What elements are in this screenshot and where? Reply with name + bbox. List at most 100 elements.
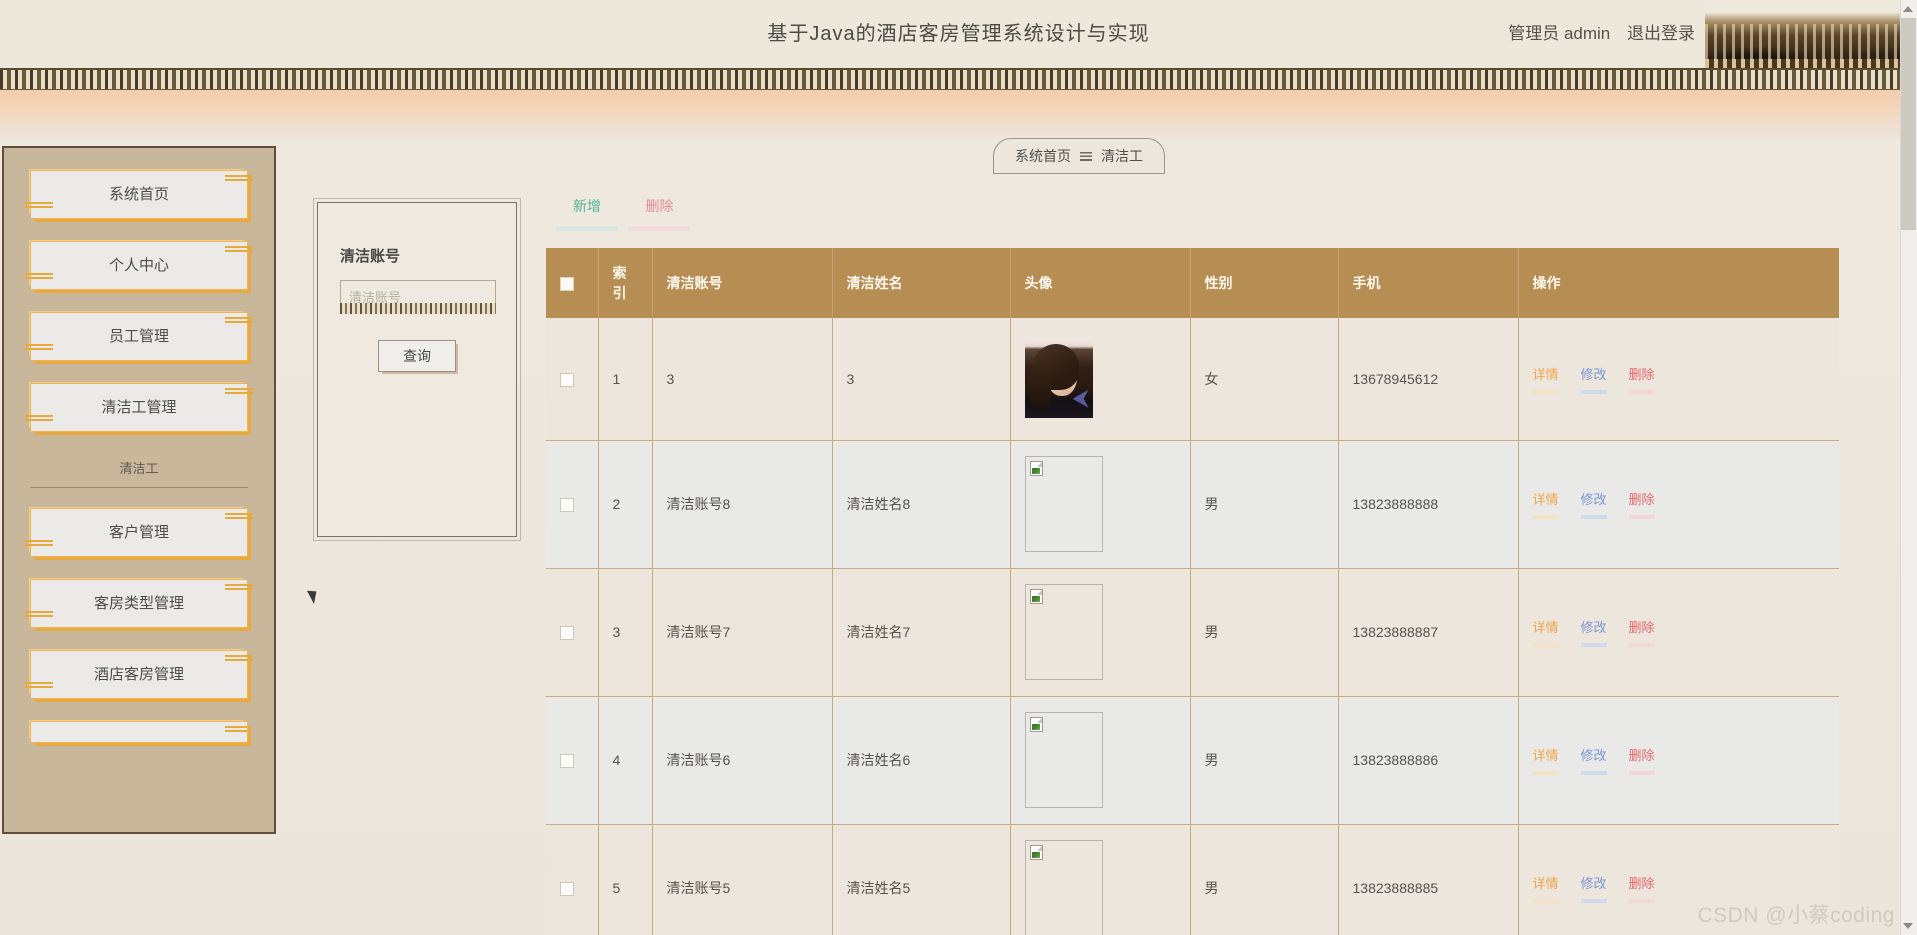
cell-gender: 女 xyxy=(1190,318,1339,441)
col-actions: 操作 xyxy=(1518,248,1839,318)
broken-image-icon xyxy=(1029,461,1043,476)
row-checkbox[interactable] xyxy=(560,626,574,641)
cell-avatar xyxy=(1010,824,1191,935)
cell-actions: 详情 修改 删除 xyxy=(1518,824,1839,935)
ornament-icon xyxy=(225,724,247,738)
cell-gender: 男 xyxy=(1190,440,1339,569)
sidebar-item-label: 客户管理 xyxy=(108,524,169,541)
page-scrollbar[interactable] xyxy=(1900,0,1917,935)
cell-actions: 详情 修改 删除 xyxy=(1518,440,1839,569)
ornament-icon xyxy=(225,315,253,329)
edit-link[interactable]: 修改 xyxy=(1580,489,1607,519)
sidebar-item-room-type-management[interactable]: 客房类型管理 xyxy=(25,579,253,628)
sidebar-item-customer-management[interactable]: 客户管理 xyxy=(25,508,253,557)
cell-account: 清洁账号7 xyxy=(652,568,833,697)
scrollbar-thumb[interactable] xyxy=(1901,18,1916,230)
row-select-cell xyxy=(546,440,599,569)
delete-link[interactable]: 删除 xyxy=(1628,489,1655,519)
cell-gender: 男 xyxy=(1190,696,1339,825)
cell-name: 清洁姓名7 xyxy=(832,568,1011,697)
delete-button[interactable]: 删除 xyxy=(628,196,691,231)
sidebar-item-partial[interactable] xyxy=(30,721,248,743)
table-row: 1 3 3 女 13678945612 详情 修改 删除 xyxy=(546,318,1839,441)
cell-avatar xyxy=(1010,696,1191,825)
col-select-all xyxy=(546,248,599,318)
sidebar-item-staff-management[interactable]: 员工管理 xyxy=(25,312,253,361)
detail-link[interactable]: 详情 xyxy=(1532,489,1559,519)
temple-roof-image xyxy=(1705,0,1917,68)
scroll-up-icon[interactable] xyxy=(1903,6,1913,12)
table-row: 2 清洁账号8 清洁姓名8 男 13823888888 详情 修改 删除 xyxy=(546,440,1839,569)
row-checkbox[interactable] xyxy=(560,498,574,513)
table-header-row: 索引 清洁账号 清洁姓名 头像 性别 手机 操作 xyxy=(546,248,1839,318)
search-field-label: 清洁账号 xyxy=(340,248,401,265)
delete-link[interactable]: 删除 xyxy=(1628,617,1655,647)
breadcrumb-current: 清洁工 xyxy=(1101,148,1143,164)
detail-link[interactable]: 详情 xyxy=(1532,364,1559,394)
cell-index: 3 xyxy=(598,568,653,697)
app-root: 基于Java的酒店客房管理系统设计与实现 管理员 admin 退出登录 系统首页… xyxy=(0,0,1917,935)
cell-avatar xyxy=(1010,440,1191,569)
delete-link[interactable]: 删除 xyxy=(1628,745,1655,775)
broken-image-icon xyxy=(1029,589,1043,604)
row-select-cell xyxy=(546,568,599,697)
edit-link[interactable]: 修改 xyxy=(1580,873,1607,903)
search-panel: 清洁账号 查询 xyxy=(313,198,521,541)
table-row: 4 清洁账号6 清洁姓名6 男 13823888886 详情 修改 删除 xyxy=(546,696,1839,825)
detail-link[interactable]: 详情 xyxy=(1532,617,1559,647)
table-toolbar: 新增 删除 xyxy=(546,196,1846,248)
logout-link[interactable]: 退出登录 xyxy=(1627,24,1695,43)
user-name: admin xyxy=(1563,24,1611,43)
cell-gender: 男 xyxy=(1190,824,1339,935)
sidebar-item-label: 个人中心 xyxy=(108,257,169,274)
sidebar-item-hotel-room-management[interactable]: 酒店客房管理 xyxy=(25,650,253,699)
cell-index: 5 xyxy=(598,824,653,935)
ornament-icon xyxy=(225,653,253,667)
edit-link[interactable]: 修改 xyxy=(1580,364,1607,394)
mouse-cursor xyxy=(306,587,322,604)
search-button[interactable]: 查询 xyxy=(378,340,456,372)
edit-link[interactable]: 修改 xyxy=(1580,745,1607,775)
cell-phone: 13678945612 xyxy=(1338,318,1519,441)
cell-name: 清洁姓名8 xyxy=(832,440,1011,569)
delete-link[interactable]: 删除 xyxy=(1628,873,1655,903)
select-all-checkbox[interactable] xyxy=(560,277,574,292)
row-checkbox[interactable] xyxy=(560,882,574,897)
cell-phone: 13823888886 xyxy=(1338,696,1519,825)
avatar xyxy=(1024,339,1093,418)
detail-link[interactable]: 详情 xyxy=(1532,745,1559,775)
ornament-icon xyxy=(25,200,53,214)
detail-link[interactable]: 详情 xyxy=(1532,873,1559,903)
sidebar-item-label: 清洁工管理 xyxy=(101,399,177,416)
sidebar-item-label: 客房类型管理 xyxy=(93,595,184,612)
cell-avatar xyxy=(1010,568,1191,697)
scroll-down-icon[interactable] xyxy=(1903,923,1913,929)
sidebar-item-cleaner-management[interactable]: 清洁工管理 xyxy=(25,383,253,432)
ornament-icon xyxy=(225,244,253,258)
delete-link[interactable]: 删除 xyxy=(1628,364,1655,394)
sidebar-section-title: 清洁工 xyxy=(119,461,159,476)
edit-link[interactable]: 修改 xyxy=(1580,617,1607,647)
row-checkbox[interactable] xyxy=(560,372,574,387)
cell-actions: 详情 修改 删除 xyxy=(1518,568,1839,697)
row-checkbox[interactable] xyxy=(560,754,574,769)
sidebar-item-home[interactable]: 系统首页 xyxy=(25,170,253,219)
cell-account: 3 xyxy=(652,318,833,441)
broken-image-icon xyxy=(1029,845,1043,860)
ornament-icon xyxy=(25,413,53,427)
avatar-broken-image xyxy=(1024,712,1103,808)
add-button[interactable]: 新增 xyxy=(556,196,618,231)
user-area: 管理员 admin 退出登录 xyxy=(1508,0,1695,68)
sidebar-item-personal-center[interactable]: 个人中心 xyxy=(25,241,253,290)
cell-index: 2 xyxy=(598,440,653,569)
sidebar-item-label: 员工管理 xyxy=(108,328,169,345)
table-head: 索引 清洁账号 清洁姓名 头像 性别 手机 操作 xyxy=(546,248,1839,318)
ornament-icon xyxy=(225,582,253,596)
input-ornament xyxy=(340,303,496,314)
roof-eave xyxy=(1705,59,1917,68)
col-name: 清洁姓名 xyxy=(832,248,1011,318)
main-content: 新增 删除 索引 清洁账号 清洁姓名 头像 性别 手机 操作 1 3 3 女 1… xyxy=(546,196,1846,935)
col-index: 索引 xyxy=(598,248,653,318)
breadcrumb-home[interactable]: 系统首页 xyxy=(1015,146,1071,166)
cell-phone: 13823888887 xyxy=(1338,568,1519,697)
